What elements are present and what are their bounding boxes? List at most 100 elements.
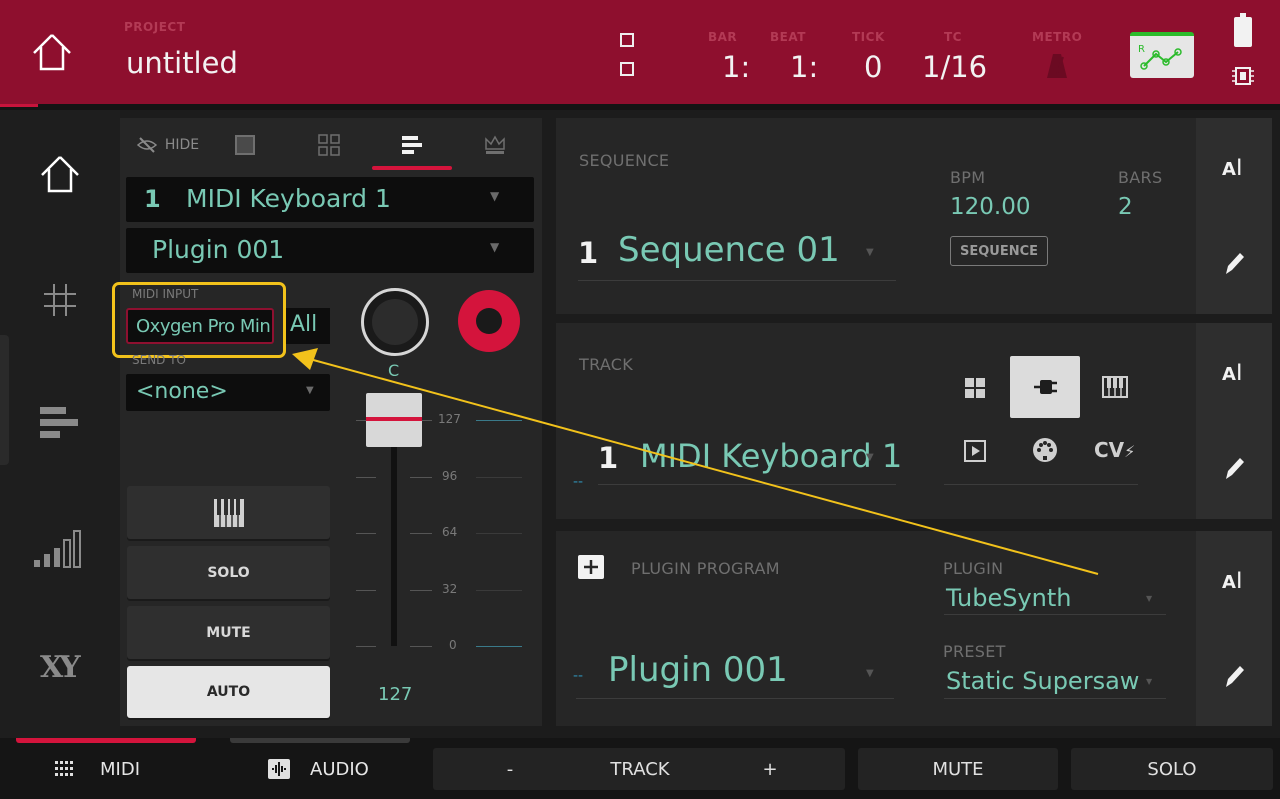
chevron-down-icon: ▼ xyxy=(1146,677,1153,686)
pencil-icon[interactable] xyxy=(1222,663,1246,691)
fader-tick-label: 0 xyxy=(449,638,457,652)
preset-underline xyxy=(944,698,1166,699)
fader-tick-left xyxy=(356,533,376,534)
track-prev-button[interactable]: - xyxy=(490,748,530,790)
track-panel xyxy=(556,323,1196,519)
fader-tick-label: 32 xyxy=(442,582,458,596)
rename-text-icon[interactable]: AI xyxy=(1222,361,1242,386)
tab-channel-strip[interactable] xyxy=(372,120,452,170)
midi-port-icon xyxy=(1033,438,1057,462)
send-to-select[interactable]: <none> ▼ xyxy=(126,374,330,411)
track-next-button[interactable]: + xyxy=(750,748,790,790)
pencil-icon[interactable] xyxy=(1222,455,1246,483)
audio-tab-indicator xyxy=(230,738,410,743)
automation-button[interactable]: R xyxy=(1130,32,1194,78)
tab-active-indicator xyxy=(372,166,452,170)
solo-button[interactable]: SOLO xyxy=(127,546,330,599)
tick-label: TICK xyxy=(852,30,885,44)
midi-tab[interactable]: MIDI xyxy=(54,750,204,788)
program-name[interactable]: Plugin 001 xyxy=(608,650,788,690)
home-button[interactable] xyxy=(30,32,74,72)
tc-value[interactable]: 1/16 xyxy=(922,50,987,84)
preset-value[interactable]: Static Supersaw xyxy=(946,667,1139,695)
bpm-value[interactable]: 120.00 xyxy=(950,194,1030,220)
midi-channel-select[interactable]: All xyxy=(284,308,330,344)
plus-icon xyxy=(584,560,598,574)
grid-dots-icon xyxy=(55,761,73,776)
pan-knob[interactable] xyxy=(361,288,429,356)
header-divider xyxy=(0,104,1280,110)
xy-icon[interactable]: XY xyxy=(40,650,81,685)
metro-label: METRO xyxy=(1032,30,1083,44)
cpu-icon[interactable] xyxy=(1230,64,1256,88)
project-name[interactable]: untitled xyxy=(126,46,238,80)
program-underline xyxy=(576,698,894,699)
tab-pads[interactable] xyxy=(296,120,362,170)
beat-value[interactable]: 1: xyxy=(790,50,818,84)
mixer-icon xyxy=(40,407,78,438)
chevron-down-icon: ▼ xyxy=(490,240,500,254)
rename-text-icon[interactable]: AI xyxy=(1222,156,1242,181)
meter-line xyxy=(476,590,522,591)
plugin-label: PLUGIN xyxy=(943,559,1004,578)
rename-text-icon[interactable]: AI xyxy=(1222,569,1242,594)
track-type-drum-button[interactable] xyxy=(964,377,986,399)
fader-tick-left xyxy=(356,477,376,478)
add-program-button[interactable] xyxy=(578,555,604,579)
bottom-mute-button[interactable]: MUTE xyxy=(858,748,1058,790)
fader-handle[interactable] xyxy=(366,393,422,447)
track-type-clip-button[interactable] xyxy=(964,440,986,462)
chevron-down-icon: ▼ xyxy=(1146,594,1153,603)
plugin-value[interactable]: TubeSynth xyxy=(946,584,1072,612)
lightning-icon: ⚡ xyxy=(1124,442,1136,461)
track-selector-label: TRACK xyxy=(610,758,670,780)
bars-value[interactable]: 2 xyxy=(1118,194,1133,220)
chevron-down-icon: ▼ xyxy=(866,452,874,463)
chevron-down-icon: ▼ xyxy=(866,247,874,258)
metronome-icon xyxy=(1047,54,1067,78)
metronome-button[interactable] xyxy=(1045,52,1069,80)
fader-handle-line xyxy=(366,417,422,421)
piano-keys-icon xyxy=(1102,376,1128,398)
audio-tab[interactable]: AUDIO xyxy=(268,750,418,788)
tab-single[interactable] xyxy=(212,120,278,170)
nav-levels-button[interactable] xyxy=(34,528,86,568)
sequence-name[interactable]: Sequence 01 xyxy=(618,230,840,270)
mixer-icon xyxy=(402,136,422,154)
plugin-select[interactable]: Plugin 001 ▼ xyxy=(126,228,534,273)
undo-icon[interactable] xyxy=(620,33,634,47)
sequence-settings-button[interactable]: SEQUENCE xyxy=(950,236,1048,266)
level-bars-icon xyxy=(34,530,81,568)
tab-master[interactable] xyxy=(460,120,530,170)
track-side-bar xyxy=(1196,323,1272,519)
svg-text:R: R xyxy=(1138,44,1145,55)
track-type-cv-button[interactable]: CV⚡ xyxy=(1094,438,1135,462)
automation-graph-icon: R xyxy=(1138,44,1182,70)
tick-value[interactable]: 0 xyxy=(864,50,882,84)
pencil-icon[interactable] xyxy=(1222,250,1246,278)
tab-hide[interactable]: HIDE xyxy=(132,120,204,170)
chevron-down-icon: ▼ xyxy=(306,385,314,396)
fader-track xyxy=(391,420,397,646)
mute-button[interactable]: MUTE xyxy=(127,606,330,659)
keyboard-button[interactable] xyxy=(127,486,330,539)
program-prefix: -- xyxy=(573,668,584,684)
nav-mixer-button[interactable] xyxy=(40,405,80,441)
nav-grid-button[interactable] xyxy=(42,282,78,318)
home-icon xyxy=(33,34,71,71)
track-select[interactable]: 1 MIDI Keyboard 1 ▼ xyxy=(126,177,534,222)
record-icon xyxy=(476,308,502,334)
track-panel-name[interactable]: MIDI Keyboard 1 xyxy=(640,437,902,475)
track-type-midi-button[interactable] xyxy=(1031,436,1059,464)
audio-waveform-icon xyxy=(268,759,290,779)
redo-icon[interactable] xyxy=(620,62,634,76)
bar-value[interactable]: 1: xyxy=(722,50,750,84)
record-arm-button[interactable] xyxy=(458,290,520,352)
track-type-keygroup-button[interactable] xyxy=(1102,376,1128,398)
auto-button[interactable]: AUTO xyxy=(127,666,330,718)
bars-label: BARS xyxy=(1118,168,1163,187)
hide-eye-icon xyxy=(136,137,157,153)
nav-home-button[interactable] xyxy=(38,154,82,194)
track-type-plugin-button[interactable] xyxy=(1010,356,1080,418)
bottom-solo-button[interactable]: SOLO xyxy=(1071,748,1273,790)
